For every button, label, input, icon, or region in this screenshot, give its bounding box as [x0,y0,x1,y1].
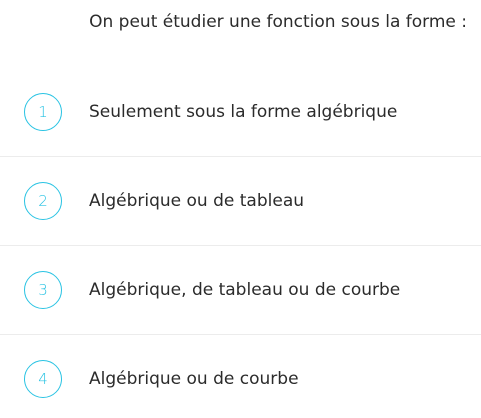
answer-option-1[interactable]: 1 Seulement sous la forme algébrique [0,68,481,157]
option-label: Algébrique, de tableau ou de courbe [89,280,401,300]
option-number-badge: 2 [24,182,62,220]
answer-option-4[interactable]: 4 Algébrique ou de courbe [0,335,481,418]
answer-option-2[interactable]: 2 Algébrique ou de tableau [0,157,481,246]
option-label: Algébrique ou de tableau [89,191,305,211]
option-label: Algébrique ou de courbe [89,369,299,389]
answer-options: 1 Seulement sous la forme algébrique 2 A… [0,68,481,418]
answer-option-3[interactable]: 3 Algébrique, de tableau ou de courbe [0,246,481,335]
quiz-panel: On peut étudier une fonction sous la for… [0,0,481,418]
option-number-badge: 3 [24,271,62,309]
option-number-badge: 4 [24,360,62,398]
option-label: Seulement sous la forme algébrique [89,102,398,122]
option-number-badge: 1 [24,93,62,131]
question-text: On peut étudier une fonction sous la for… [89,12,467,32]
